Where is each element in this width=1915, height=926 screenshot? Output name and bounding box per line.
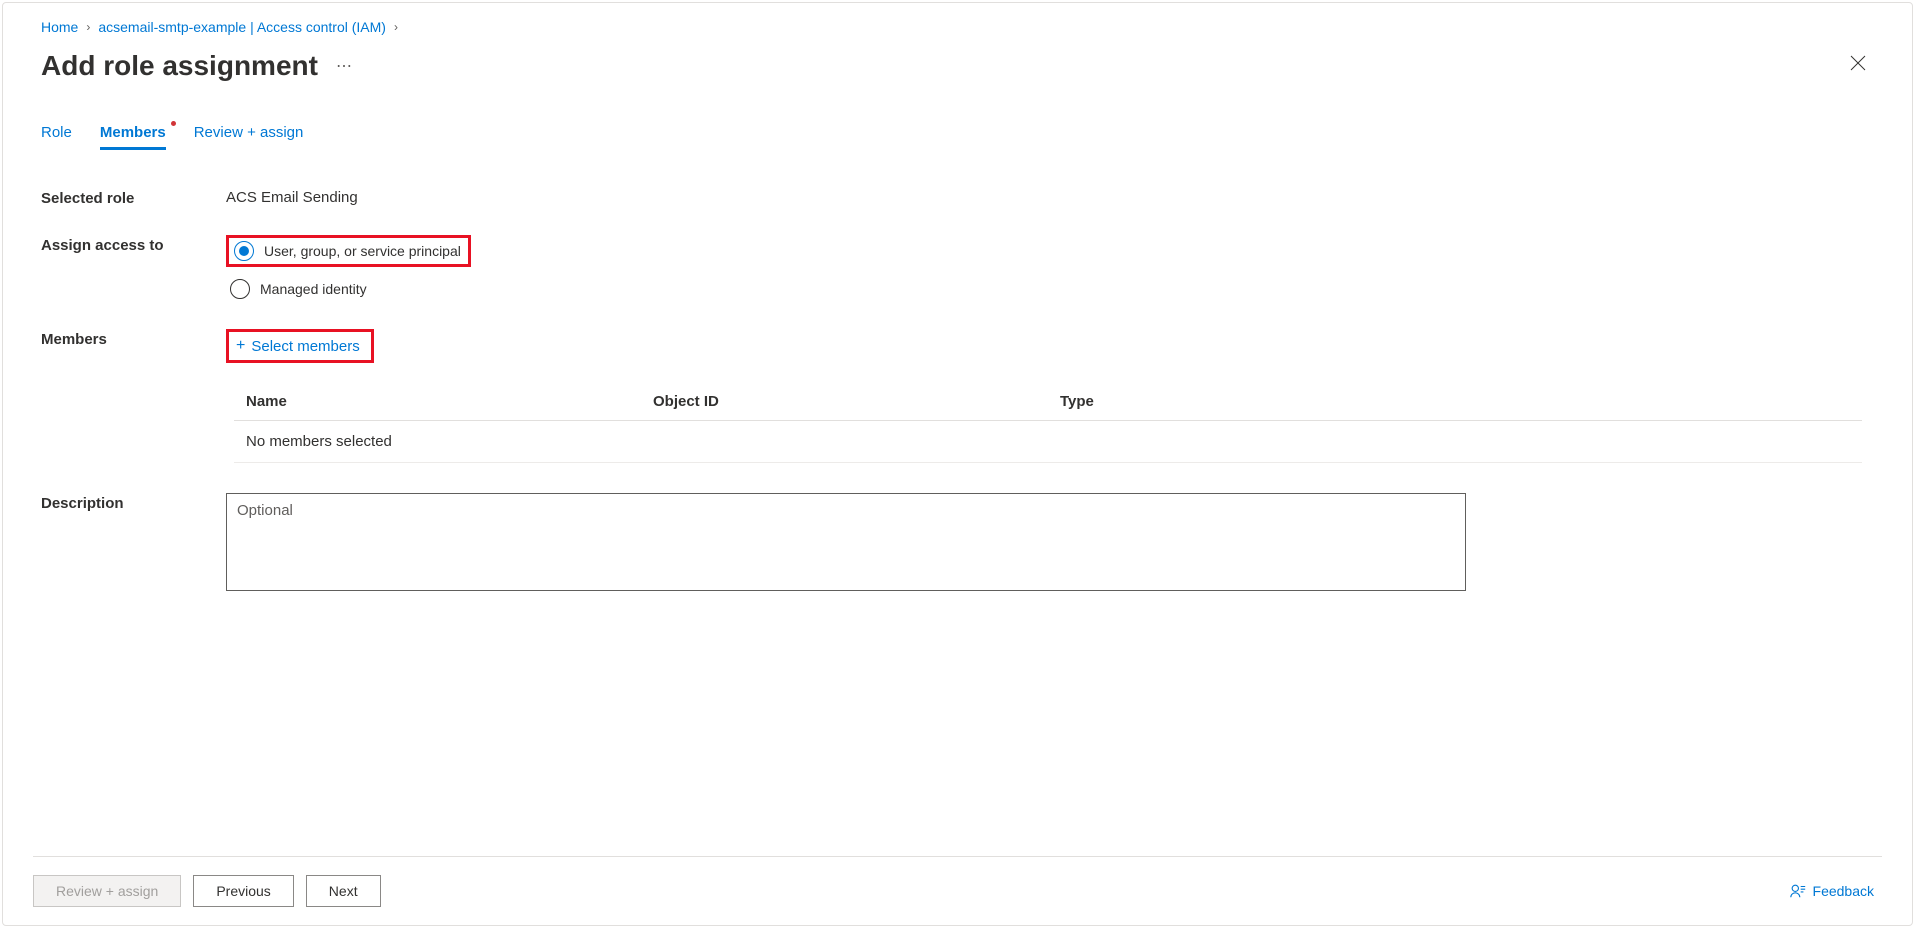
next-button[interactable]: Next — [306, 875, 381, 907]
selected-role-label: Selected role — [41, 188, 226, 207]
close-icon — [1850, 55, 1866, 71]
close-button[interactable] — [1842, 47, 1874, 84]
previous-button[interactable]: Previous — [193, 875, 293, 907]
radio-managed-identity-label: Managed identity — [260, 281, 367, 297]
tab-members-label: Members — [100, 124, 166, 141]
selected-role-value: ACS Email Sending — [226, 188, 358, 206]
radio-unselected-icon — [230, 279, 250, 299]
tab-members[interactable]: Members — [100, 124, 166, 150]
select-members-label: Select members — [251, 338, 359, 355]
plus-icon: + — [236, 337, 245, 355]
description-label: Description — [41, 493, 226, 512]
column-header-type[interactable]: Type — [1048, 383, 1862, 421]
page-title: Add role assignment — [41, 50, 318, 82]
tabs: Role Members Review + assign — [33, 124, 1882, 150]
members-label: Members — [41, 329, 226, 348]
highlight-user-group-radio: User, group, or service principal — [226, 235, 471, 267]
members-table: Name Object ID Type No members selected — [234, 383, 1862, 463]
assign-access-label: Assign access to — [41, 235, 226, 254]
tab-review-assign[interactable]: Review + assign — [194, 124, 304, 150]
feedback-label: Feedback — [1813, 883, 1874, 899]
table-row: No members selected — [234, 421, 1862, 463]
column-header-object-id[interactable]: Object ID — [641, 383, 1048, 421]
feedback-link[interactable]: Feedback — [1789, 882, 1874, 900]
tab-indicator-dot — [171, 121, 176, 126]
radio-user-group-label: User, group, or service principal — [264, 243, 461, 259]
feedback-icon — [1789, 882, 1807, 900]
radio-selected-icon — [234, 241, 254, 261]
breadcrumb-home[interactable]: Home — [41, 19, 78, 35]
chevron-right-icon: › — [394, 20, 398, 34]
column-header-name[interactable]: Name — [234, 383, 641, 421]
breadcrumb: Home › acsemail-smtp-example | Access co… — [33, 13, 1882, 47]
description-textarea[interactable] — [226, 493, 1466, 591]
tab-role[interactable]: Role — [41, 124, 72, 150]
breadcrumb-resource[interactable]: acsemail-smtp-example | Access control (… — [98, 19, 386, 35]
select-members-link[interactable]: + Select members — [230, 333, 370, 359]
radio-managed-identity[interactable]: Managed identity — [226, 277, 471, 301]
highlight-select-members: + Select members — [226, 329, 374, 363]
radio-user-group[interactable]: User, group, or service principal — [230, 239, 467, 263]
more-actions-icon[interactable]: ⋯ — [336, 56, 353, 76]
no-members-text: No members selected — [234, 421, 1862, 463]
review-assign-button[interactable]: Review + assign — [33, 875, 181, 907]
chevron-right-icon: › — [86, 20, 90, 34]
